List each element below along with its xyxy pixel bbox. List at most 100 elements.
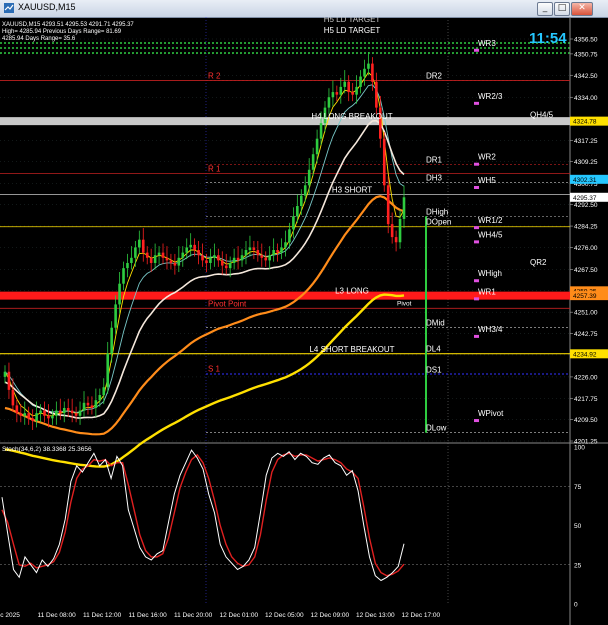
weekly-marker: [474, 162, 479, 166]
weekly-level-label: WR1: [478, 287, 496, 296]
candle-body: [11, 389, 15, 406]
stoch-signal-line: [1, 452, 405, 577]
level-label: L4 SHORT BREAKOUT: [309, 345, 394, 354]
window-titlebar[interactable]: XAUUSD,M15 _ □ ✕: [0, 0, 608, 18]
candle-body: [347, 81, 350, 93]
candle-body: [3, 371, 7, 377]
candle-body: [177, 257, 181, 266]
time-axis: Dec 2025 11 Dec 08:00 11 Dec 12:00 11 Dec 1…: [0, 612, 441, 619]
weekly-level-label: WH3/4: [478, 325, 503, 334]
level-label: DL4: [426, 345, 441, 354]
candle-body: [394, 237, 398, 243]
candle-body: [315, 138, 319, 155]
price-box-label: 4324.78: [573, 119, 597, 126]
level-label: H3 SHORT: [332, 185, 372, 194]
level-labels: R 2 R 1 Pivot Point S 1 DR2 DR1 DH3 DHigh DOpen D…: [208, 26, 554, 432]
candle-body: [153, 255, 157, 263]
candle-body: [296, 206, 299, 217]
weekly-level-label: WR3: [478, 39, 496, 48]
level-label: DLow: [426, 424, 447, 433]
price-box-label: 4295.37: [573, 195, 597, 202]
candle-body: [303, 185, 307, 196]
candle-body: [118, 283, 121, 305]
level-lines: [0, 80, 570, 433]
candle-body: [220, 260, 224, 266]
axis-tick-label: 4350.75: [574, 51, 598, 58]
candle-body: [27, 413, 31, 419]
pivot-small-label: Pivot: [397, 301, 412, 308]
axis-tick-label: 4209.50: [574, 417, 598, 424]
candle-body: [339, 86, 343, 95]
stoch-main-line: [1, 449, 405, 582]
candle-body: [78, 410, 82, 416]
candle-body: [284, 242, 287, 248]
axis-tick-label: 4356.50: [574, 37, 598, 44]
candle-body: [209, 257, 212, 263]
candle-body: [7, 371, 11, 390]
level-label: QR2: [530, 258, 547, 267]
weekly-marker: [474, 240, 479, 244]
candle-body: [149, 257, 153, 263]
candle-body: [363, 68, 366, 77]
candle-body: [51, 415, 54, 419]
weekly-level-label: WH5: [478, 176, 496, 185]
candle-body: [185, 247, 189, 253]
weekly-level-label: WR2: [478, 153, 496, 162]
time-label: 12 Dec 13:00: [356, 612, 395, 619]
time-label: 11 Dec 16:00: [129, 612, 168, 619]
weekly-marker: [474, 297, 479, 301]
weekly-marker: [474, 48, 479, 52]
candle-body: [292, 216, 295, 230]
candle-body: [244, 250, 248, 256]
level-label: H5 LD TARGET: [324, 26, 381, 35]
axis-tick-label: 4242.75: [574, 331, 598, 338]
ma-orange-line: [4, 195, 405, 436]
stochastic-panel: 100 75 50 25 0 Stoch(34,6,2) 38.3368 25.3656: [0, 445, 585, 609]
candle-body: [299, 195, 303, 207]
time-label: 12 Dec 17:00: [402, 612, 441, 619]
candle-body: [327, 97, 331, 108]
candle-body: [141, 239, 145, 253]
candle-body: [173, 262, 177, 266]
candle-body: [343, 81, 347, 87]
axis-tick-label: 4217.75: [574, 396, 598, 403]
candle-body: [66, 407, 70, 411]
candle-body: [311, 154, 315, 170]
candle-body: [102, 387, 106, 396]
price-chart[interactable]: R 2 R 1 Pivot Point S 1 DR2 DR1 DH3 DHigh DOpen D…: [0, 17, 608, 625]
candle-body: [181, 252, 185, 258]
level-band: [0, 117, 570, 126]
candle-body: [236, 257, 240, 261]
close-button[interactable]: ✕: [571, 2, 593, 16]
candle-body: [248, 247, 252, 251]
weekly-marker: [474, 186, 479, 190]
axis-tick-label: 4251.00: [574, 310, 598, 317]
candle-body: [276, 250, 279, 253]
candle-body: [355, 86, 358, 95]
minimize-button[interactable]: _: [537, 2, 553, 16]
maximize-button[interactable]: □: [554, 2, 570, 16]
candle-body: [272, 250, 275, 256]
candle-body: [319, 123, 323, 139]
weekly-marker: [474, 226, 479, 230]
candle-body: [189, 244, 192, 248]
time-label: 11 Dec 12:00: [83, 612, 122, 619]
candle-body: [59, 410, 62, 414]
info-line: 4285.94 Days Range= 35.6: [2, 36, 76, 42]
candle-body: [130, 257, 133, 263]
candle-body: [280, 247, 283, 253]
candle-body: [126, 262, 129, 269]
candle-body: [398, 218, 402, 243]
price-axis: 4356.504350.754342.504334.004325.504317.…: [570, 37, 598, 446]
candle-body: [43, 410, 46, 416]
candle-body: [134, 247, 137, 258]
candle-body: [157, 252, 161, 256]
axis-tick-label: 4334.00: [574, 95, 598, 102]
candle-body: [359, 76, 362, 87]
candle-body: [213, 255, 216, 258]
candle-body: [122, 268, 125, 284]
level-label: R 1: [208, 165, 221, 174]
candle-body: [390, 224, 394, 238]
candle-body: [228, 262, 232, 269]
top-target-label: H5 LD TARGET: [324, 17, 381, 24]
